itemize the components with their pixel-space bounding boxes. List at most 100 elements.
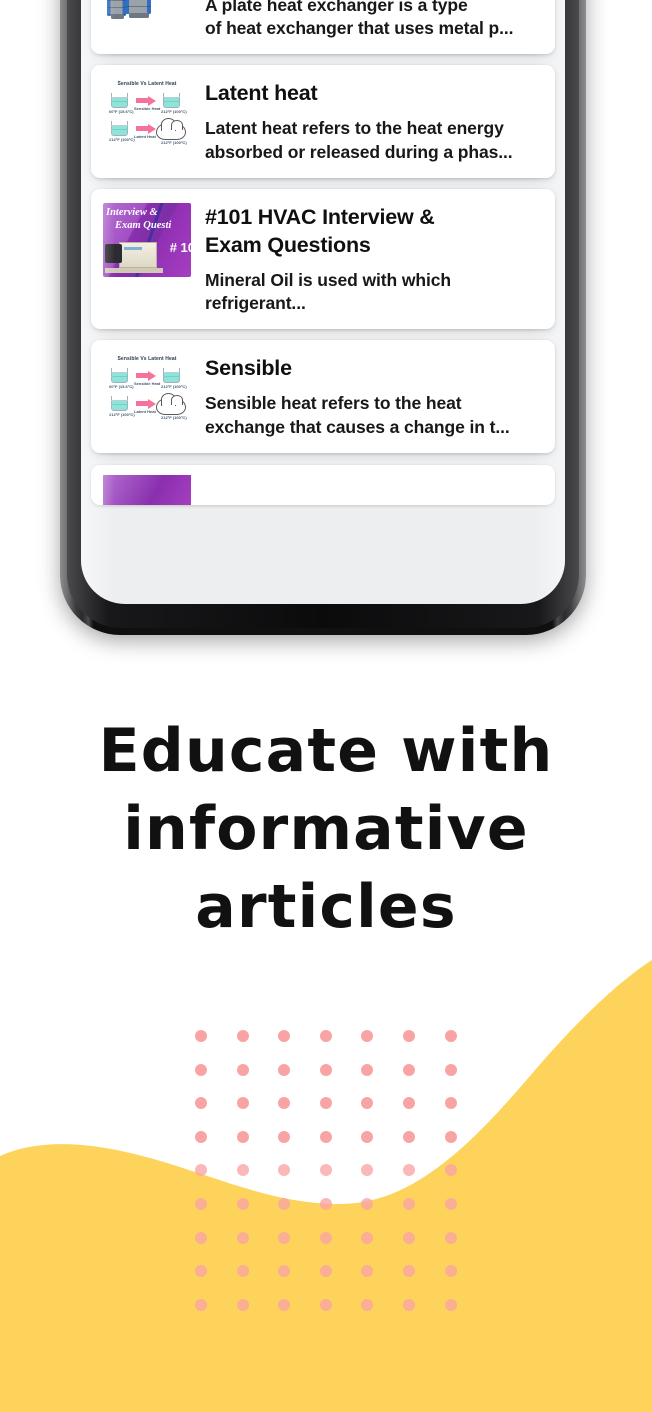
list-item[interactable]	[91, 464, 555, 505]
decorative-dot	[278, 1097, 291, 1110]
card-desc-line-2: exchange that causes a change in t...	[205, 416, 510, 437]
decorative-dot	[195, 1030, 207, 1042]
decorative-dot	[236, 1298, 249, 1311]
decorative-dot	[236, 1130, 249, 1143]
beaker-label: 60°F (15.6°C)	[109, 109, 134, 115]
arrow-label: Latent Heat	[134, 409, 156, 415]
decorative-dot	[236, 1063, 249, 1076]
phone-frame-inner: Which one of these Refrigerant not used …	[67, 0, 579, 628]
card-description: A plate heat exchanger is a type of heat…	[205, 0, 541, 40]
card-title-line-1: #101 HVAC Interview &	[205, 204, 435, 229]
beaker-icon	[111, 396, 128, 412]
decorative-dot	[278, 1298, 291, 1311]
card-desc-line-2: of heat exchanger that uses metal p...	[205, 18, 514, 39]
arrow-icon	[136, 370, 156, 381]
card-desc-line-2: absorbed or released during a phas...	[205, 141, 513, 162]
decorative-dot	[195, 1164, 207, 1177]
card-desc-line-1: Sensible heat refers to the heat	[205, 393, 462, 414]
decorative-dot	[444, 1130, 457, 1143]
decorative-dot	[236, 1231, 249, 1244]
arrow-icon	[136, 123, 156, 134]
list-item[interactable]: Sensible Vs Latent Heat 60°F (15.6°C) Se…	[91, 65, 555, 178]
thumbnail-number: # 10	[169, 239, 191, 255]
phone-frame: Which one of these Refrigerant not used …	[60, 0, 586, 635]
decorative-dot	[361, 1130, 374, 1143]
phe-foot-1	[111, 14, 124, 19]
sensible-vs-latent-heat-thumbnail: Sensible Vs Latent Heat 60°F (15.6°C) Se…	[103, 79, 191, 154]
decorative-dot	[444, 1097, 457, 1110]
beaker-icon	[163, 368, 180, 384]
decorative-dot	[278, 1130, 291, 1143]
decorative-dot	[403, 1231, 415, 1244]
phe-brand-label: PI	[169, 0, 191, 5]
decorative-dot	[278, 1164, 291, 1177]
arrow-icon	[136, 95, 156, 106]
arrow-label: Sensible Heat	[134, 106, 161, 112]
decorative-dot	[444, 1030, 457, 1042]
phone-screen: Which one of these Refrigerant not used …	[81, 0, 565, 604]
beaker-label: 212°F (100°C)	[109, 412, 135, 418]
decorative-dot	[444, 1063, 457, 1076]
phe-plate-ribs	[125, 0, 151, 14]
decorative-dot	[361, 1063, 374, 1076]
decorative-dot	[319, 1198, 332, 1210]
decorative-dot	[403, 1097, 415, 1110]
decorative-dot	[361, 1030, 374, 1042]
decorative-dot	[236, 1164, 249, 1177]
article-list[interactable]: Which one of these Refrigerant not used …	[81, 0, 565, 604]
arrow-label: Latent Heat	[134, 134, 156, 140]
cloud-icon	[156, 393, 186, 416]
beaker-icon	[163, 93, 180, 109]
card-desc-line-1: A plate heat exchanger is a type	[205, 0, 468, 15]
thumbnail-title-line-1: Interview &	[106, 206, 158, 218]
decorative-dot	[278, 1231, 291, 1244]
phone-mockup: Which one of these Refrigerant not used …	[60, 0, 586, 635]
decorative-dot	[236, 1198, 249, 1210]
decorative-dot	[278, 1265, 291, 1278]
decorative-dot	[278, 1198, 291, 1210]
list-item[interactable]: PI PHE A plate heat exchanger is a type …	[91, 0, 555, 55]
card-description: Sensible heat refers to the heat exchang…	[205, 392, 541, 439]
headline-line-3: articles	[195, 872, 457, 942]
beaker-icon	[111, 368, 128, 384]
decorative-dot	[403, 1265, 415, 1278]
beaker-label: 212°F (100°C)	[161, 109, 187, 115]
arrow-icon	[136, 398, 156, 409]
decorative-dot	[403, 1063, 415, 1076]
decorative-dot	[195, 1265, 207, 1278]
decorative-dot	[361, 1265, 374, 1278]
decorative-dot	[195, 1231, 207, 1244]
decorative-dot	[403, 1130, 415, 1143]
decorative-dot	[195, 1063, 207, 1076]
thumbnail-title-line-2: Exam Questi	[115, 219, 172, 231]
decorative-dot	[403, 1030, 415, 1042]
decorative-dot	[236, 1265, 249, 1278]
beaker-label: 212°F (100°C)	[161, 140, 187, 146]
card-title: Latent heat	[205, 81, 318, 106]
decorative-dot	[403, 1164, 415, 1177]
decorative-dot	[278, 1063, 291, 1076]
beaker-label: 60°F (15.6°C)	[109, 384, 134, 390]
decorative-dot	[195, 1198, 207, 1210]
decorative-dot	[319, 1030, 332, 1042]
decorative-dot	[361, 1231, 374, 1244]
decorative-dot	[444, 1164, 457, 1177]
decorative-dot	[361, 1097, 374, 1110]
decorative-dot	[319, 1298, 332, 1311]
decorative-dot	[319, 1130, 332, 1143]
decorative-dot	[278, 1030, 291, 1042]
thumbnail-caption: Sensible Vs Latent Heat	[117, 356, 177, 363]
page-title: Educate with informative articles	[0, 712, 652, 946]
hvac-unit-photo	[105, 240, 163, 273]
list-item[interactable]: Interview & Exam Questi # 10 #101 HVAC I…	[91, 188, 555, 330]
list-item[interactable]: Sensible Vs Latent Heat 60°F (15.6°C) Se…	[91, 340, 555, 453]
beaker-label: 212°F (100°C)	[161, 415, 187, 421]
decorative-dot	[195, 1097, 207, 1110]
card-desc-line-1: Latent heat refers to the heat energy	[205, 118, 504, 139]
beaker-label: 212°F (100°C)	[161, 384, 187, 390]
card-title-line-2: Exam Questions	[205, 232, 371, 257]
hvac-interview-thumbnail	[103, 474, 191, 505]
thumbnail-caption: Sensible Vs Latent Heat	[117, 81, 177, 88]
card-title: Sensible	[205, 356, 292, 381]
decorative-dot	[444, 1298, 457, 1311]
